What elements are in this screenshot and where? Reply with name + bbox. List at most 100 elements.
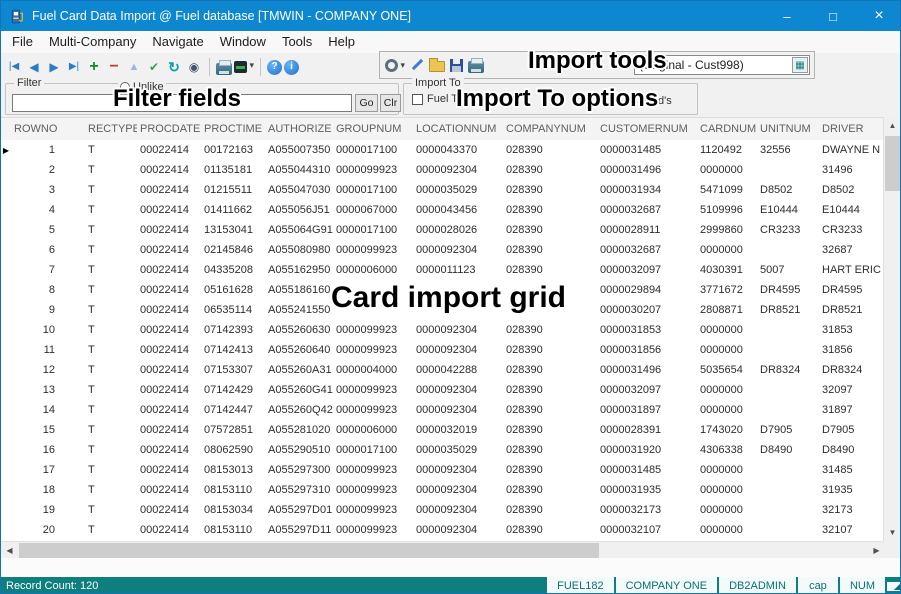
first-record-icon[interactable]: |◀ [5,58,23,76]
cell-groupnum: 0000099923 [333,460,413,480]
preview-icon[interactable]: ◉ [185,58,203,76]
last-record-icon[interactable]: ▶| [65,58,83,76]
scroll-left-icon[interactable]: ◀ [1,542,18,559]
cell-customernum: 0000032173 [597,500,697,520]
menu-item-navigate[interactable]: Navigate [144,31,211,53]
cell-proctime: 07142393 [201,320,265,340]
table-row[interactable]: 2T0002241401135181A055044310000009992300… [1,160,885,180]
table-row[interactable]: 12T0002241407153307A055260A3100000040000… [1,360,885,380]
column-header-procdate[interactable]: PROCDATE [137,118,201,140]
table-row[interactable]: 16T0002241408062590A05529051000000171000… [1,440,885,460]
gear-dropdown-icon[interactable]: ▾ [384,58,405,73]
cell-rectype: T [85,440,137,460]
save-icon[interactable] [450,59,463,72]
cell-unitnum: D7905 [757,420,819,440]
table-row[interactable]: 13T0002241407142429A055260G4100000999230… [1,380,885,400]
cell-groupnum: 0000099923 [333,520,413,540]
next-record-icon[interactable]: ▶ [45,58,63,76]
printer-small-icon[interactable] [468,61,484,73]
filter-caption: Filter [14,77,44,89]
column-header-driver[interactable]: DRIVER [819,118,885,140]
column-header-rectype[interactable]: RECTYPE [85,118,137,140]
table-row[interactable]: 11T0002241407142413A05526064000000999230… [1,340,885,360]
fuel-tickets-checkbox[interactable] [412,94,423,105]
minimize-button[interactable]: – [764,1,810,31]
column-header-proctime[interactable]: PROCTIME [201,118,265,140]
scroll-down-icon[interactable]: ▼ [884,524,901,541]
about-icon[interactable]: i [284,60,299,75]
table-row[interactable]: 15T0002241407572851A05528102000000060000… [1,420,885,440]
table-row[interactable]: 3T0002241401215511A055047030000001710000… [1,180,885,200]
fuel-tickets-option[interactable]: Fuel T [412,93,458,105]
cell-unitnum [757,400,819,420]
close-button[interactable]: × [856,1,901,31]
cell-rowno: 15 [11,420,85,440]
help-icon[interactable]: ? [267,60,282,75]
column-header-cardnum[interactable]: CARDNUM [697,118,757,140]
cell-cardnum: 0000000 [697,520,757,540]
table-row[interactable]: 5T0002241413153041A055064G91000001710000… [1,220,885,240]
menu-item-file[interactable]: File [4,31,41,53]
card-import-grid[interactable]: ROWNORECTYPEPROCDATEPROCTIMEAUTHORIZEGRO… [1,117,885,541]
cell-procdate: 00022414 [137,520,201,540]
print-icon[interactable] [216,63,232,75]
table-row[interactable]: ▶1T0002241400172163A05500735000000171000… [1,140,885,160]
profile-grid-button[interactable]: ▦ [792,57,808,73]
table-row[interactable]: 7T0002241404335208A055162950000000600000… [1,260,885,280]
horizontal-scrollbar[interactable]: ◀ ▶ [1,541,885,558]
horizontal-scroll-thumb[interactable] [19,543,599,558]
column-header-rowno[interactable]: ROWNO [11,118,85,140]
filter-clear-button[interactable]: Clr [380,94,401,112]
table-row[interactable]: 17T0002241408153013A05529730000000999230… [1,460,885,480]
menu-item-multi-company[interactable]: Multi-Company [41,31,144,53]
table-row[interactable]: 14T0002241407142447A055260Q4200000999230… [1,400,885,420]
annotation-filter-fields: Filter fields [113,85,241,113]
cell-unitnum [757,380,819,400]
menu-item-help[interactable]: Help [320,31,363,53]
column-header-authorize[interactable]: AUTHORIZE [265,118,333,140]
table-row[interactable]: 19T0002241408153034A055297D0100000999230… [1,500,885,520]
row-selector [1,200,11,220]
column-header-customernum[interactable]: CUSTOMERNUM [597,118,697,140]
wand-icon[interactable] [410,58,424,72]
move-up-icon[interactable]: ▲ [125,58,143,76]
cell-rectype: T [85,380,137,400]
table-row[interactable]: 4T0002241401411662A055056J51000006700000… [1,200,885,220]
cell-groupnum: 0000099923 [333,320,413,340]
column-header-companynum[interactable]: COMPANYNUM [503,118,597,140]
filter-go-button[interactable]: Go [355,94,378,112]
scroll-up-icon[interactable]: ▲ [884,117,901,134]
cell-driver: E10444 [819,200,885,220]
cell-rectype: T [85,280,137,300]
prior-record-icon[interactable]: ◀ [25,58,43,76]
cell-proctime: 08153034 [201,500,265,520]
refresh-icon[interactable]: ↻ [165,58,183,76]
row-selector [1,500,11,520]
cell-driver: 31935 [819,480,885,500]
cell-procdate: 00022414 [137,260,201,280]
column-header-locationnum[interactable]: LOCATIONNUM [413,118,503,140]
table-row[interactable]: 6T0002241402145846A055080980000009992300… [1,240,885,260]
cell-authorize: A055260G41 [265,380,333,400]
column-header-groupnum[interactable]: GROUPNUM [333,118,413,140]
row-selector [1,480,11,500]
column-header-unitnum[interactable]: UNITNUM [757,118,819,140]
table-row[interactable]: 10T0002241407142393A05526063000000999230… [1,320,885,340]
row-selector [1,280,11,300]
insert-row-icon[interactable]: + [85,58,103,76]
vertical-scrollbar[interactable]: ▲ ▼ [883,117,900,541]
resize-grip[interactable]: ◢ [887,582,901,591]
export-dropdown-icon[interactable]: ▾ [234,60,254,74]
table-row[interactable]: 20T0002241408153110A055297D1100000999230… [1,520,885,540]
menu-item-tools[interactable]: Tools [274,31,320,53]
delete-row-icon[interactable]: − [105,58,123,76]
table-row[interactable]: 18T0002241408153110A05529731000000999230… [1,480,885,500]
maximize-button[interactable]: □ [810,1,856,31]
row-selector [1,220,11,240]
accept-icon[interactable]: ✔ [145,58,163,76]
vertical-scroll-thumb[interactable] [885,136,900,191]
titlebar[interactable]: Fuel Card Data Import @ Fuel database [T… [1,1,901,31]
menu-item-window[interactable]: Window [212,31,274,53]
cell-driver: 31496 [819,160,885,180]
folder-icon[interactable] [429,61,445,72]
